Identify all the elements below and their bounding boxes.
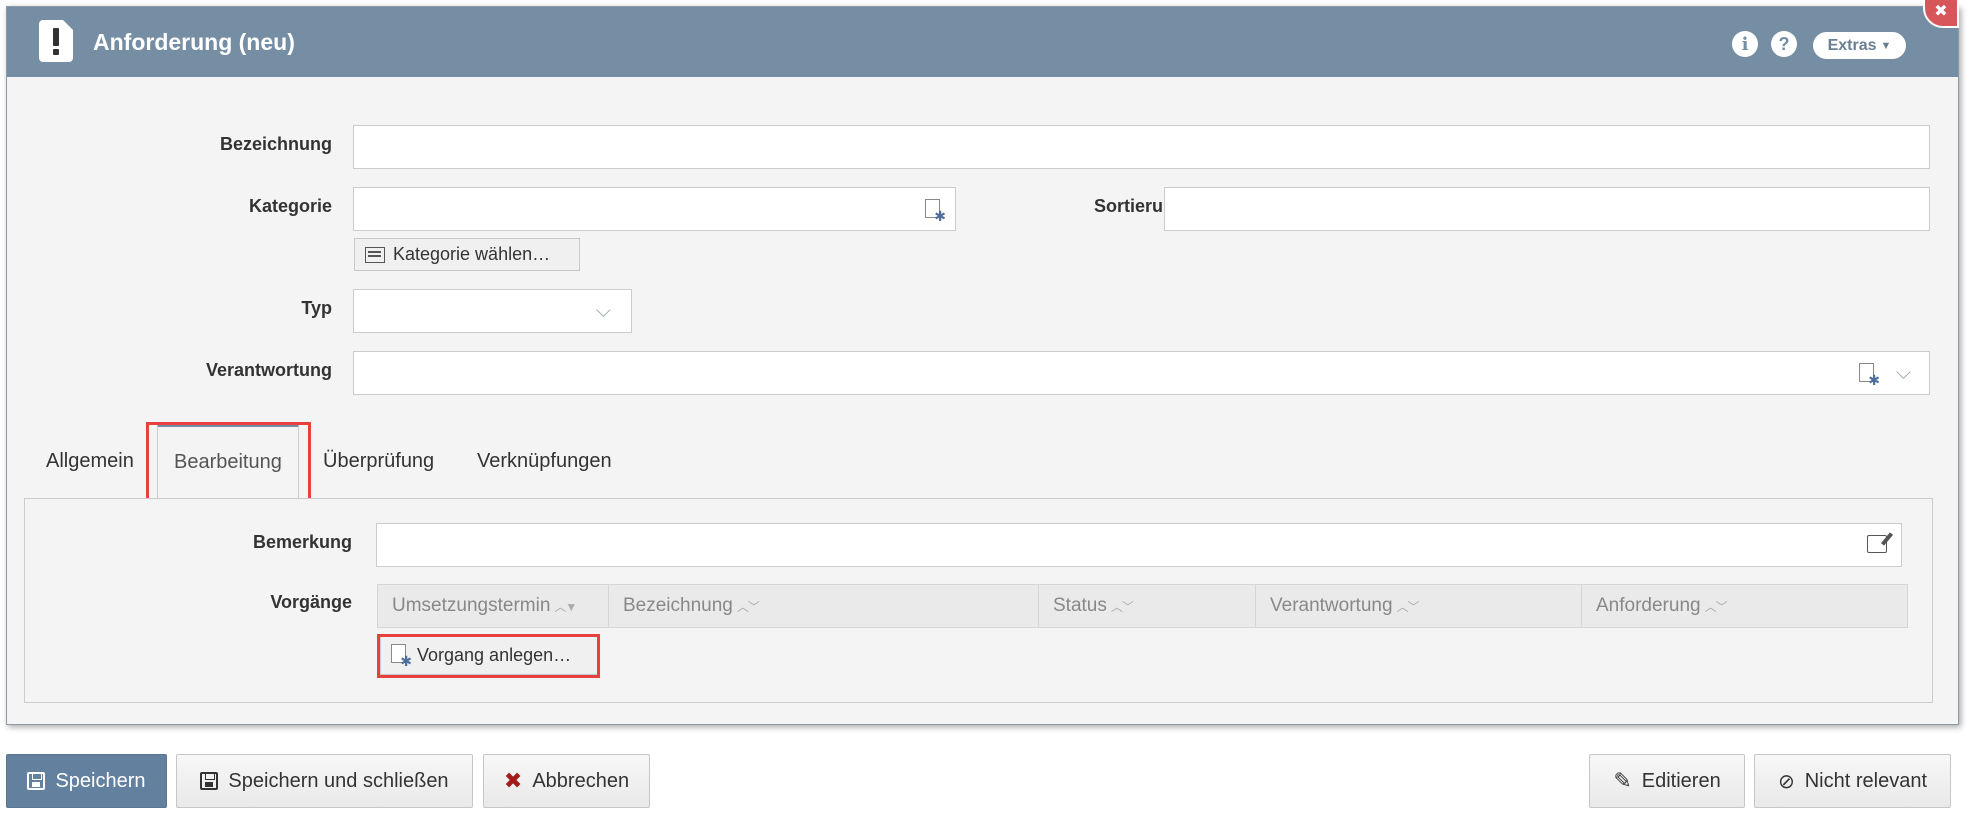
save-close-button[interactable]: Speichern und schließen xyxy=(176,754,473,808)
verantwortung-label: Verantwortung xyxy=(205,360,332,380)
tab-bar: Allgemein Bearbeitung Überprüfung Verknü… xyxy=(0,423,1970,501)
document-new-icon[interactable]: ✱ xyxy=(1859,363,1880,390)
caret-down-icon: ▼ xyxy=(1880,39,1892,52)
save-close-icon xyxy=(200,772,219,790)
sort-icon: ︿﹀ xyxy=(1704,599,1728,614)
sort-desc-icon: ︿▼ xyxy=(554,599,577,614)
column-status[interactable]: Status ︿﹀ xyxy=(1039,585,1256,627)
bemerkung-label: Bemerkung xyxy=(252,532,352,552)
tab-verknuepfungen[interactable]: Verknüpfungen xyxy=(477,423,612,499)
edit-icon[interactable] xyxy=(1867,535,1887,558)
tab-bearbeitung[interactable]: Bearbeitung xyxy=(157,423,299,501)
vorgaenge-label: Vorgänge xyxy=(270,592,352,612)
info-icon[interactable]: i xyxy=(1732,31,1758,57)
column-verantwortung[interactable]: Verantwortung ︿﹀ xyxy=(1256,585,1582,627)
sortierung-label: Sortierung xyxy=(1093,196,1185,216)
cancel-icon: ✖ xyxy=(503,768,523,793)
bemerkung-input[interactable] xyxy=(376,523,1902,567)
kategorie-input[interactable]: ✱ xyxy=(353,187,956,231)
not-relevant-button[interactable]: ⊘ Nicht relevant xyxy=(1754,754,1951,808)
chevron-down-icon: ⌵ xyxy=(1895,362,1911,384)
document-new-icon[interactable]: ✱ xyxy=(925,199,946,226)
column-anforderung[interactable]: Anforderung ︿﹀ xyxy=(1582,585,1907,627)
column-bezeichnung[interactable]: Bezeichnung ︿﹀ xyxy=(609,585,1039,627)
kategorie-choose-button[interactable]: Kategorie wählen… xyxy=(354,238,580,271)
sort-icon: ︿﹀ xyxy=(1110,599,1134,614)
save-button[interactable]: Speichern xyxy=(6,754,167,808)
pencil-icon: ✎ xyxy=(1613,768,1632,793)
help-icon[interactable]: ? xyxy=(1771,31,1797,57)
bezeichnung-input[interactable] xyxy=(353,125,1930,169)
sort-icon: ︿﹀ xyxy=(736,599,760,614)
typ-label: Typ xyxy=(301,298,332,318)
sort-icon: ︿﹀ xyxy=(1396,599,1420,614)
tab-ueberpruefung[interactable]: Überprüfung xyxy=(323,423,434,499)
window-title: Anforderung (neu) xyxy=(93,29,295,55)
verantwortung-select[interactable]: ✱ ⌵ xyxy=(353,351,1930,395)
title-bar: Anforderung (neu) i ? Extras ▼ xyxy=(7,7,1958,77)
requirement-icon xyxy=(39,20,73,62)
cancel-button[interactable]: ✖ Abbrechen xyxy=(483,754,650,808)
chevron-down-icon: ⌵ xyxy=(595,300,611,322)
edit-button[interactable]: ✎ Editieren xyxy=(1589,754,1745,808)
vorgang-anlegen-button[interactable]: ✱ Vorgang anlegen… xyxy=(380,635,600,675)
document-new-icon: ✱ xyxy=(391,644,412,668)
list-icon xyxy=(365,246,385,263)
ban-icon: ⊘ xyxy=(1777,770,1795,793)
tab-allgemein[interactable]: Allgemein xyxy=(46,423,134,499)
sortierung-input[interactable] xyxy=(1164,187,1930,231)
column-umsetzungstermin[interactable]: Umsetzungstermin ︿▼ xyxy=(378,585,609,627)
extras-button[interactable]: Extras ▼ xyxy=(1813,32,1906,59)
typ-select[interactable]: ⌵ xyxy=(353,289,632,333)
vorgaenge-table-header: Umsetzungstermin ︿▼ Bezeichnung ︿﹀ Status ︿… xyxy=(377,584,1908,628)
bezeichnung-label: Bezeichnung xyxy=(219,134,332,154)
save-icon xyxy=(27,772,46,790)
kategorie-label: Kategorie xyxy=(248,196,332,216)
